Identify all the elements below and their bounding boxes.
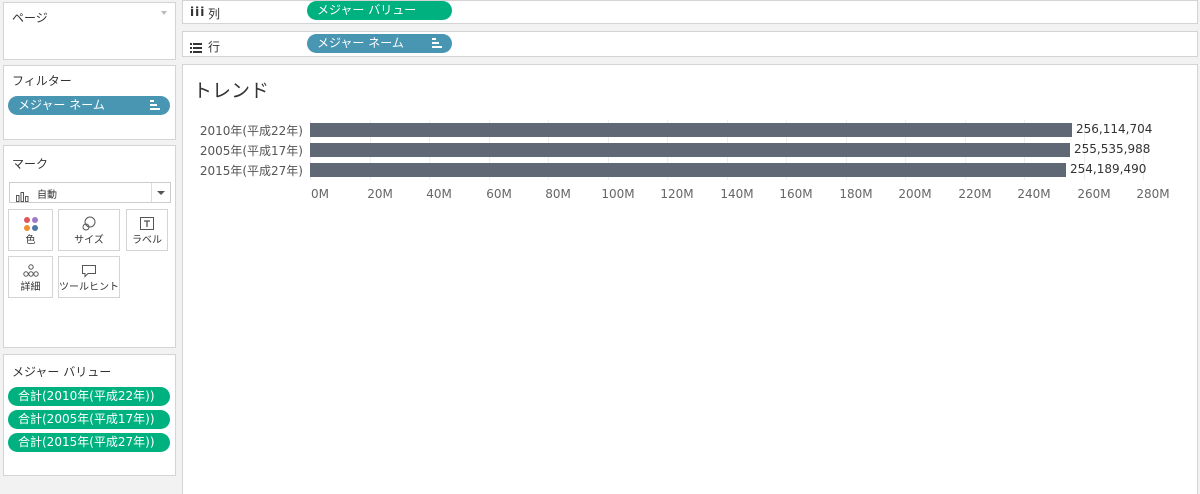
tooltip-label: ツールヒント [59,282,119,293]
x-tick-label: 280M [1136,187,1170,201]
x-tick-label: 240M [1017,187,1051,201]
mark-type-select[interactable]: 自動 [9,182,171,203]
mark-size-button[interactable]: サイズ [58,209,120,251]
rows-measure-names-pill[interactable]: メジャー ネーム [307,34,452,53]
marks-title: マーク [12,157,49,171]
x-tick-label: 180M [839,187,873,201]
x-tick-label: 220M [958,187,992,201]
columns-shelf-label: 列 [208,7,221,21]
x-tick-label: 0M [311,187,329,201]
columns-measure-values-pill[interactable]: メジャー バリュー [307,1,452,20]
pages-dropdown-icon[interactable] [161,11,167,15]
x-tick-label: 100M [601,187,635,201]
x-tick-label: 140M [720,187,754,201]
color-icon [23,217,38,231]
text-label-icon [140,217,154,230]
rows-pill-label: メジャー ネーム [317,36,404,50]
sort-icon[interactable] [150,100,160,111]
tooltip-icon [82,265,96,278]
filter-pill-label: メジャー ネーム [18,98,105,112]
pages-panel: ページ [3,2,176,60]
bar[interactable] [310,163,1066,177]
mark-color-button[interactable]: 色 [8,209,53,251]
x-tick-label: 20M [367,187,393,201]
label-label: ラベル [132,235,162,246]
mark-label-button[interactable]: ラベル [126,209,168,251]
category-label: 2005年(平成17年) [199,144,303,158]
measure-value-pill[interactable]: 合計(2005年(平成17年)) [8,410,170,429]
value-label: 256,114,704 [1076,122,1153,136]
x-tick-label: 200M [898,187,932,201]
columns-icon: iii [190,5,206,19]
chevron-down-icon [151,183,169,202]
bar[interactable] [310,123,1072,137]
category-label: 2015年(平成27年) [199,164,303,178]
bar-chart-icon [16,187,30,206]
x-tick-label: 160M [779,187,813,201]
size-icon [82,216,96,231]
mark-type-value: 自動 [37,190,57,201]
mark-tooltip-button[interactable]: ツールヒント [58,256,120,298]
pages-title: ページ [12,11,48,25]
rows-icon [190,38,202,53]
sort-icon[interactable] [432,38,442,49]
category-label: 2010年(平成22年) [199,124,303,138]
filters-title: フィルター [12,74,72,88]
x-tick-label: 40M [426,187,452,201]
bar[interactable] [310,143,1070,157]
color-label: 色 [25,235,36,246]
filter-measure-names-pill[interactable]: メジャー ネーム [8,96,170,115]
x-tick-label: 80M [545,187,571,201]
size-label: サイズ [74,235,104,246]
chart-title: トレンド [193,80,270,102]
rows-shelf-label: 行 [208,40,221,54]
detail-icon [22,264,39,277]
value-label: 255,535,988 [1074,142,1151,156]
measure-value-pill[interactable]: 合計(2015年(平成27年)) [8,433,170,452]
x-tick-label: 260M [1077,187,1111,201]
mark-detail-button[interactable]: 詳細 [8,256,53,298]
x-tick-label: 60M [486,187,512,201]
measure-values-title: メジャー バリュー [12,365,112,379]
value-label: 254,189,490 [1070,162,1147,176]
x-tick-label: 120M [660,187,694,201]
detail-label: 詳細 [20,282,41,293]
measure-value-pill[interactable]: 合計(2010年(平成22年)) [8,387,170,406]
